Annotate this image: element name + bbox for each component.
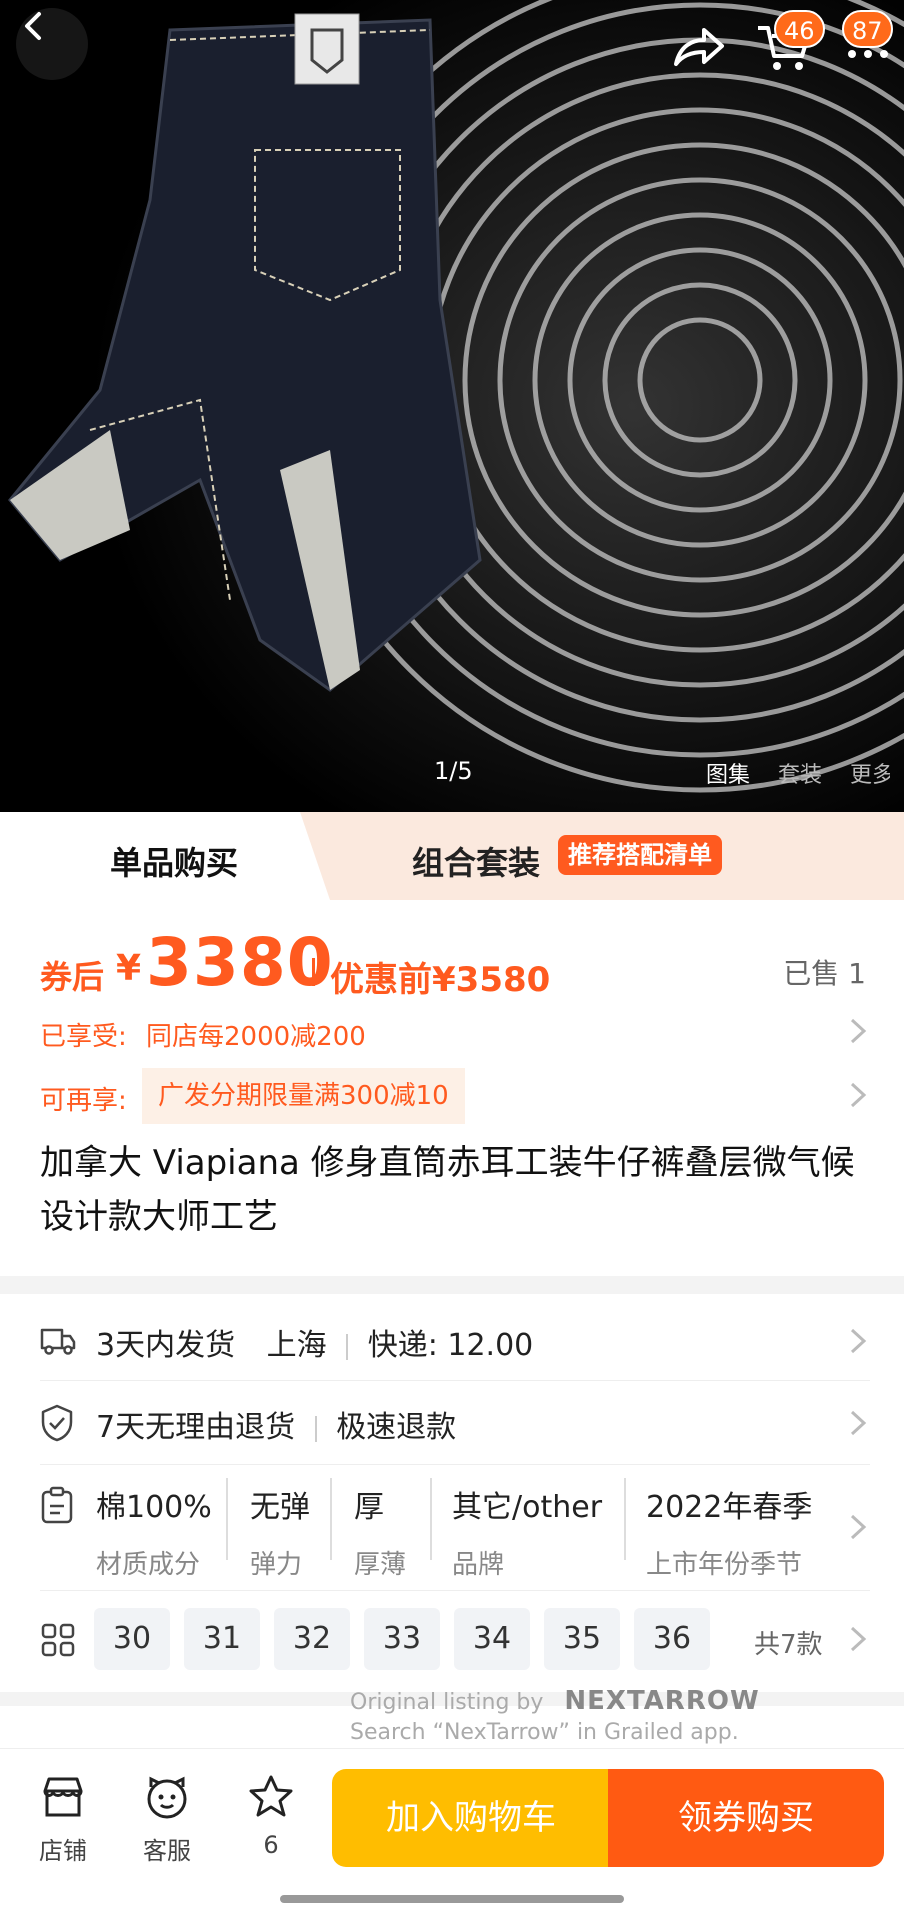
service-label: 客服 bbox=[143, 1837, 191, 1865]
tab-single-purchase[interactable]: 单品购买 bbox=[0, 812, 330, 900]
coupon-buy-button[interactable]: 领券购买 bbox=[608, 1769, 884, 1867]
size-row[interactable]: 30 31 32 33 34 35 36 共7款 bbox=[40, 1590, 870, 1692]
star-icon bbox=[249, 1775, 293, 1817]
watermark-brand: NEXTARROW bbox=[564, 1686, 760, 1716]
chevron-right-icon bbox=[850, 1410, 867, 1436]
ship-fee: 快递: 12.00 bbox=[367, 1328, 534, 1363]
gallery-tab-sets[interactable]: 套装 bbox=[778, 757, 822, 789]
message-count-badge: 87 bbox=[842, 10, 893, 48]
watermark-line2: Search “NexTarrow” in Grailed app. bbox=[350, 1720, 739, 1745]
chevron-right-icon bbox=[850, 1328, 867, 1354]
product-image bbox=[0, 0, 904, 812]
size-chip[interactable]: 33 bbox=[364, 1608, 440, 1670]
truck-icon bbox=[40, 1328, 76, 1355]
store-icon bbox=[43, 1777, 83, 1817]
spec-elasticity: 无弹 弹力 bbox=[250, 1490, 310, 1580]
shipping-row[interactable]: 3天内发货 上海 快递: 12.00 bbox=[40, 1300, 870, 1381]
gallery-tab-more[interactable]: 更多 bbox=[850, 757, 890, 789]
spec-season: 2022年春季 上市年份季节 bbox=[646, 1490, 813, 1580]
promo-row-extra[interactable]: 可再享: 广发分期限量满300减10 bbox=[40, 1068, 870, 1124]
specs-row[interactable]: 棉100% 材质成分 无弹 弹力 厚 厚薄 其它/other 品牌 2022年春… bbox=[40, 1464, 870, 1591]
spec-divider bbox=[330, 1478, 332, 1560]
spec-brand: 其它/other 品牌 bbox=[452, 1490, 603, 1580]
promo-key: 已享受: bbox=[40, 1022, 127, 1052]
sold-count: 已售 1 bbox=[783, 957, 866, 990]
price-currency: ¥ bbox=[116, 948, 142, 989]
chevron-left-icon bbox=[25, 12, 41, 40]
separator bbox=[346, 1333, 349, 1360]
watermark: Original listing by NEXTARROW Search “Ne… bbox=[350, 1686, 760, 1748]
promo-chip: 广发分期限量满300减10 bbox=[142, 1068, 465, 1124]
favorite-button[interactable]: 6 bbox=[226, 1773, 316, 1859]
spec-material: 棉100% 材质成分 bbox=[96, 1490, 212, 1580]
spec-divider bbox=[624, 1478, 626, 1560]
fast-refund: 极速退款 bbox=[336, 1410, 457, 1445]
return-policy: 7天无理由退货 bbox=[96, 1410, 296, 1445]
favorite-count: 6 bbox=[263, 1831, 279, 1859]
back-button[interactable] bbox=[16, 8, 88, 80]
shield-check-icon bbox=[41, 1404, 73, 1442]
cart-count-badge: 46 bbox=[774, 10, 825, 48]
home-indicator bbox=[280, 1895, 624, 1903]
share-icon bbox=[674, 28, 724, 66]
price-value: 3380 bbox=[146, 924, 334, 1001]
service-face-icon bbox=[147, 1776, 187, 1819]
watermark-line1: Original listing by bbox=[350, 1690, 544, 1715]
gallery-tab-images[interactable]: 图集 bbox=[706, 757, 750, 789]
spec-divider bbox=[430, 1478, 432, 1560]
share-button[interactable] bbox=[668, 16, 728, 76]
promo-key: 可再享: bbox=[40, 1086, 127, 1116]
section-divider bbox=[0, 1276, 904, 1294]
promo-value: 同店每2000减200 bbox=[146, 1022, 366, 1052]
combo-recommend-tag[interactable]: 推荐搭配清单 bbox=[558, 835, 722, 875]
image-counter: 1/5 bbox=[434, 757, 473, 785]
size-chip[interactable]: 31 bbox=[184, 1608, 260, 1670]
tab-single-label: 单品购买 bbox=[110, 844, 239, 882]
ship-origin: 上海 bbox=[266, 1328, 327, 1363]
chevron-right-icon bbox=[850, 1018, 867, 1044]
purchase-mode-tabs: 单品购买 组合套装 推荐搭配清单 bbox=[0, 812, 904, 900]
price-divider bbox=[312, 958, 315, 986]
customer-service-button[interactable]: 客服 bbox=[122, 1773, 212, 1866]
shop-button[interactable]: 店铺 bbox=[18, 1773, 108, 1866]
clipboard-icon bbox=[41, 1486, 73, 1524]
separator bbox=[314, 1415, 317, 1442]
returns-row[interactable]: 7天无理由退货 极速退款 bbox=[40, 1380, 870, 1465]
shop-label: 店铺 bbox=[39, 1837, 87, 1865]
size-chip[interactable]: 30 bbox=[94, 1608, 170, 1670]
product-title: 加拿大 Viapiana 修身直筒赤耳工装牛仔裤叠层微气候设计款大师工艺 bbox=[40, 1143, 855, 1237]
ship-time: 3天内发货 bbox=[96, 1328, 236, 1363]
size-chip[interactable]: 35 bbox=[544, 1608, 620, 1670]
add-to-cart-button[interactable]: 加入购物车 bbox=[332, 1769, 610, 1867]
grid-icon bbox=[41, 1623, 75, 1657]
price-label: 券后 bbox=[40, 958, 105, 996]
size-chip[interactable]: 34 bbox=[454, 1608, 530, 1670]
original-price: 优惠前¥3580 bbox=[330, 960, 551, 1000]
chevron-right-icon bbox=[850, 1514, 867, 1540]
tab-combo-label[interactable]: 组合套装 bbox=[412, 838, 540, 884]
spec-divider bbox=[226, 1478, 228, 1560]
chevron-right-icon bbox=[850, 1082, 867, 1108]
size-chip[interactable]: 32 bbox=[274, 1608, 350, 1670]
product-image-gallery[interactable]: 46 87 1/5 图集 套装 更多 bbox=[0, 0, 904, 812]
spec-thickness: 厚 厚薄 bbox=[354, 1490, 407, 1580]
size-total: 共7款 bbox=[754, 1630, 823, 1660]
promo-row-applied[interactable]: 已享受: 同店每2000减200 bbox=[40, 1004, 870, 1060]
chevron-right-icon bbox=[850, 1626, 867, 1652]
size-options: 30 31 32 33 34 35 36 bbox=[94, 1608, 710, 1670]
size-chip[interactable]: 36 bbox=[634, 1608, 710, 1670]
